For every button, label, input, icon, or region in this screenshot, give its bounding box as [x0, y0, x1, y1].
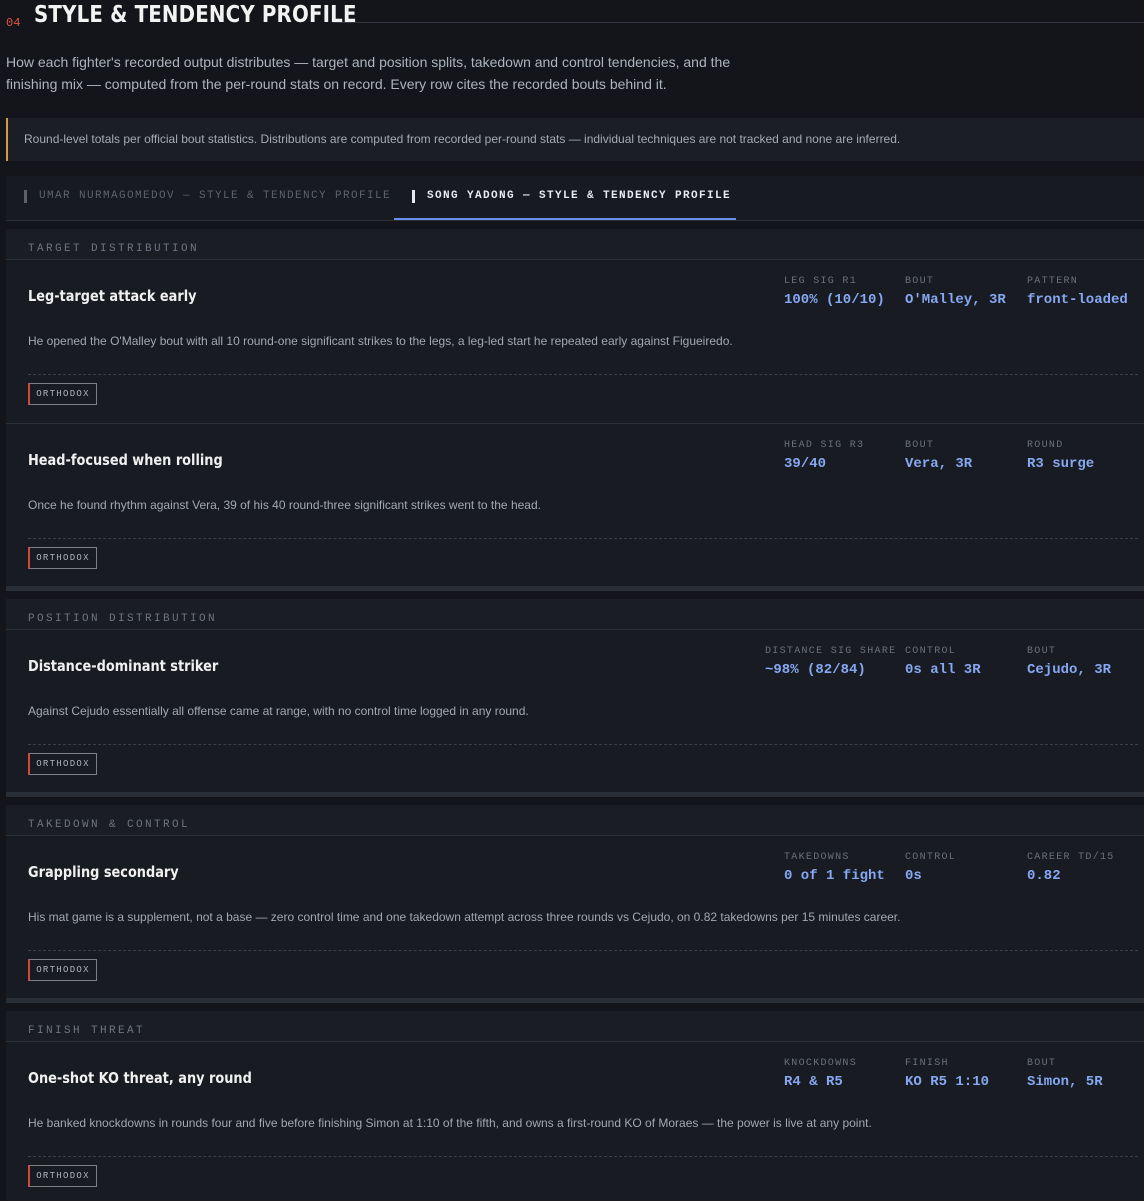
group-separator: [6, 586, 1144, 591]
stat-value: Simon, 5R: [1027, 1074, 1103, 1090]
section-title: STYLE & TENDENCY PROFILE: [34, 2, 357, 28]
section-number: 04: [6, 16, 21, 30]
section-intro: How each fighter's recorded output distr…: [6, 51, 766, 95]
stat: HEAD SIG R3 39/40: [784, 440, 864, 472]
group-heading-label: TAKEDOWN & CONTROL: [28, 819, 191, 831]
stat-value: R4 & R5: [784, 1074, 843, 1090]
group-target-distribution: TARGET DISTRIBUTION Leg-target attack ea…: [6, 229, 1144, 587]
group-separator: [6, 998, 1144, 1003]
card-title: Grappling secondary: [28, 863, 179, 881]
data-notice: Round-level totals per official bout sta…: [6, 118, 1144, 161]
group-finish-threat: FINISH THREAT One-shot KO threat, any ro…: [6, 1011, 1144, 1201]
tab-marker: [24, 190, 27, 203]
stat-value: O'Malley, 3R: [905, 292, 1006, 308]
intro-line: How each fighter's recorded output distr…: [6, 54, 731, 70]
profile-card: Leg-target attack early LEG SIG R1 100% …: [6, 259, 1144, 423]
profile-card: One-shot KO threat, any round KNOCKDOWNS…: [6, 1041, 1144, 1201]
stat-value: Vera, 3R: [905, 456, 973, 472]
stat-value: 39/40: [784, 456, 827, 472]
stance-tag: ORTHODOX: [28, 753, 97, 775]
stat-value: 0s all 3R: [905, 662, 981, 678]
stat-value: R3 surge: [1027, 456, 1095, 472]
stat-value: front-loaded: [1027, 292, 1128, 308]
stance-tag: ORTHODOX: [28, 959, 97, 981]
card-description: Against Cejudo essentially all offense c…: [28, 704, 529, 718]
stat-label: BOUT: [1027, 646, 1057, 657]
profile-card: Distance-dominant striker DISTANCE SIG S…: [6, 629, 1144, 793]
stat: BOUT Cejudo, 3R: [1027, 646, 1111, 678]
stat-label: FINISH: [905, 1058, 949, 1069]
stat-label: KNOCKDOWNS: [784, 1058, 858, 1069]
header-divider: [333, 22, 1144, 23]
stat-value: Cejudo, 3R: [1027, 662, 1112, 678]
stat: CAREER TD/15 0.82: [1027, 852, 1115, 884]
card-divider: [28, 374, 1138, 375]
stance-tag: ORTHODOX: [28, 1165, 97, 1187]
card-divider: [28, 1156, 1138, 1157]
stat: TAKEDOWNS 0 of 1 fight: [784, 852, 885, 884]
tab-label: UMAR NURMAGOMEDOV — STYLE & TENDENCY PRO…: [39, 190, 392, 202]
profile-card: Head-focused when rolling HEAD SIG R3 39…: [6, 423, 1144, 587]
stat-value: 100% (10/10): [784, 292, 885, 308]
stat: DISTANCE SIG SHARE ~98% (82/84): [765, 646, 896, 678]
tab-label: SONG YADONG — STYLE & TENDENCY PROFILE: [427, 190, 732, 202]
card-description: He banked knockdowns in rounds four and …: [28, 1116, 872, 1130]
group-takedown-control: TAKEDOWN & CONTROL Grappling secondary T…: [6, 805, 1144, 999]
stat: CONTROL 0s: [905, 852, 956, 884]
stance-tag: ORTHODOX: [28, 383, 97, 405]
stat-label: LEG SIG R1: [784, 276, 858, 287]
group-heading-label: FINISH THREAT: [28, 1025, 146, 1037]
fighter-tabs: UMAR NURMAGOMEDOV — STYLE & TENDENCY PRO…: [6, 176, 1144, 221]
card-description: His mat game is a supplement, not a base…: [28, 910, 901, 924]
card-description: Once he found rhythm against Vera, 39 of…: [28, 498, 541, 512]
stat: BOUT O'Malley, 3R: [905, 276, 1006, 308]
group-heading-label: TARGET DISTRIBUTION: [28, 243, 200, 255]
card-title: Head-focused when rolling: [28, 451, 223, 469]
section-header: 04 STYLE & TENDENCY PROFILE: [6, 0, 1144, 36]
stat-label: CAREER TD/15: [1027, 852, 1115, 863]
card-divider: [28, 744, 1138, 745]
card-divider: [28, 538, 1138, 539]
group-separator: [6, 792, 1144, 797]
stat-label: BOUT: [905, 440, 935, 451]
stat: FINISH KO R5 1:10: [905, 1058, 989, 1090]
stat: BOUT Simon, 5R: [1027, 1058, 1103, 1090]
tab-umar-nurmagomedov[interactable]: UMAR NURMAGOMEDOV — STYLE & TENDENCY PRO…: [6, 176, 394, 218]
tab-song-yadong[interactable]: SONG YADONG — STYLE & TENDENCY PROFILE: [394, 176, 736, 220]
stat-label: BOUT: [1027, 1058, 1057, 1069]
stat-label: PATTERN: [1027, 276, 1079, 287]
stat-label: DISTANCE SIG SHARE: [765, 646, 897, 657]
card-title: Distance-dominant striker: [28, 657, 219, 675]
group-position-distribution: POSITION DISTRIBUTION Distance-dominant …: [6, 599, 1144, 793]
notice-text: Round-level totals per official bout sta…: [24, 132, 901, 146]
stat-value: 0.82: [1027, 868, 1061, 884]
stat-value: KO R5 1:10: [905, 1074, 990, 1090]
stat: CONTROL 0s all 3R: [905, 646, 981, 678]
stat-label: ROUND: [1027, 440, 1064, 451]
stat-label: BOUT: [905, 276, 935, 287]
stat-label: TAKEDOWNS: [784, 852, 850, 863]
card-title: One-shot KO threat, any round: [28, 1069, 252, 1087]
card-title: Leg-target attack early: [28, 287, 197, 305]
stance-tag: ORTHODOX: [28, 547, 97, 569]
stat-label: CONTROL: [905, 646, 957, 657]
tab-marker: [412, 190, 415, 203]
stat-value: 0 of 1 fight: [784, 868, 885, 884]
stat-label: HEAD SIG R3: [784, 440, 865, 451]
group-heading-label: POSITION DISTRIBUTION: [28, 613, 218, 625]
stat: ROUND R3 surge: [1027, 440, 1094, 472]
stat: LEG SIG R1 100% (10/10): [784, 276, 885, 308]
intro-line: finishing mix — computed from the per-ro…: [6, 76, 667, 92]
stat: KNOCKDOWNS R4 & R5: [784, 1058, 857, 1090]
profile-card: Grappling secondary TAKEDOWNS 0 of 1 fig…: [6, 835, 1144, 999]
card-description: He opened the O'Malley bout with all 10 …: [28, 334, 733, 348]
stat: BOUT Vera, 3R: [905, 440, 972, 472]
stat-label: CONTROL: [905, 852, 957, 863]
card-divider: [28, 950, 1138, 951]
stat-value: 0s: [905, 868, 922, 884]
stat: PATTERN front-loaded: [1027, 276, 1128, 308]
stat-value: ~98% (82/84): [765, 662, 866, 678]
